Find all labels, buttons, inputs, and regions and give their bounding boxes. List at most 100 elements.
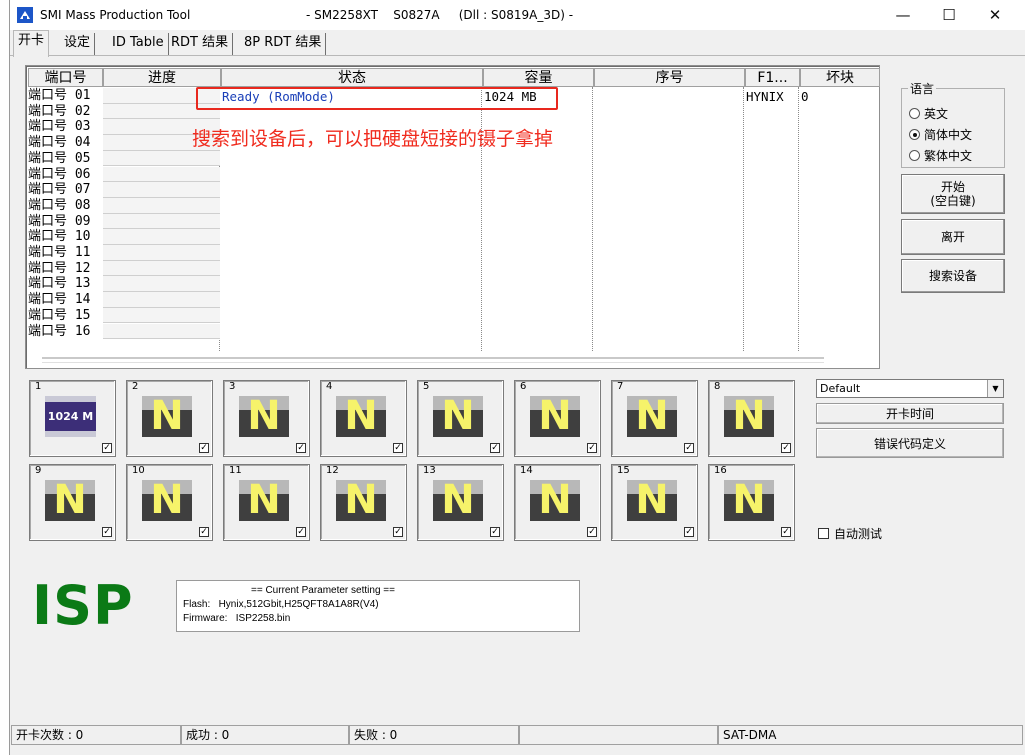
tab-bar: 开卡 设定 ID Table RDT 结果 8P RDT 结果 [10, 30, 1025, 57]
no-device-icon: N [336, 477, 386, 523]
no-device-icon: N [142, 477, 192, 523]
tab-settings[interactable]: 设定 [60, 33, 96, 55]
port-row[interactable]: 端口号 02 [28, 104, 90, 120]
header-port[interactable]: 端口号 [28, 68, 103, 87]
port-row[interactable]: 端口号 10 [28, 229, 90, 245]
slot-checkbox[interactable]: ✓ [490, 527, 500, 537]
tab-id-table[interactable]: ID Table [108, 33, 169, 55]
close-icon: ✕ [988, 6, 1002, 24]
status-success: 成功 : 0 [181, 725, 349, 745]
column-divider [743, 87, 744, 351]
port-slot-12[interactable]: 12 N ✓ [320, 464, 407, 541]
port-slot-16[interactable]: 16 N ✓ [708, 464, 795, 541]
drive-capacity-icon: 1024 M [45, 396, 96, 437]
port-row[interactable]: 端口号 12 [28, 261, 90, 277]
slot-checkbox[interactable]: ✓ [296, 443, 306, 453]
slot-number: 16 [714, 465, 727, 476]
progress-cell [103, 245, 220, 261]
exit-button[interactable]: 离开 [901, 219, 1005, 255]
error-code-button[interactable]: 错误代码定义 [816, 428, 1004, 458]
port-row[interactable]: 端口号 05 [28, 151, 90, 167]
slot-checkbox[interactable]: ✓ [393, 527, 403, 537]
radio-traditional-chinese[interactable]: 繁体中文 [909, 147, 972, 164]
progress-cell [103, 323, 220, 340]
port-row[interactable]: 端口号 11 [28, 245, 90, 261]
header-status[interactable]: 状态 [221, 68, 483, 87]
port-slot-10[interactable]: 10 N ✓ [126, 464, 213, 541]
port-slot-2[interactable]: 2 N ✓ [126, 380, 213, 457]
title-bar: SMI Mass Production Tool - SM2258XT S082… [10, 0, 1025, 30]
port-row[interactable]: 端口号 13 [28, 276, 90, 292]
card-time-button[interactable]: 开卡时间 [816, 403, 1004, 424]
slot-checkbox[interactable]: ✓ [393, 443, 403, 453]
radio-selected-icon [909, 129, 920, 140]
horizontal-scrollbar[interactable] [42, 357, 824, 363]
port-slot-4[interactable]: 4 N ✓ [320, 380, 407, 457]
slot-checkbox[interactable]: ✓ [781, 527, 791, 537]
start-button[interactable]: 开始 (空白键) [901, 174, 1005, 214]
header-serial[interactable]: 序号 [594, 68, 745, 87]
header-capacity[interactable]: 容量 [483, 68, 594, 87]
port-slot-9[interactable]: 9 N ✓ [29, 464, 116, 541]
slot-number: 10 [132, 465, 145, 476]
chevron-down-icon[interactable]: ▼ [987, 380, 1003, 397]
tab-8p-rdt-result[interactable]: 8P RDT 结果 [240, 33, 327, 55]
port-slot-7[interactable]: 7 N ✓ [611, 380, 698, 457]
slot-number: 3 [229, 381, 236, 392]
tab-rdt-result[interactable]: RDT 结果 [167, 33, 234, 55]
slot-checkbox[interactable]: ✓ [102, 443, 112, 453]
slot-checkbox[interactable]: ✓ [296, 527, 306, 537]
port-slot-8[interactable]: 8 N ✓ [708, 380, 795, 457]
port-row[interactable]: 端口号 15 [28, 308, 90, 324]
port-slot-3[interactable]: 3 N ✓ [223, 380, 310, 457]
auto-test-checkbox[interactable]: 自动测试 [818, 525, 882, 542]
port-slot-5[interactable]: 5 N ✓ [417, 380, 504, 457]
slot-checkbox[interactable]: ✓ [587, 527, 597, 537]
slot-checkbox[interactable]: ✓ [199, 527, 209, 537]
slot-number: 6 [520, 381, 527, 392]
close-button[interactable]: ✕ [972, 0, 1018, 30]
minimize-button[interactable]: — [880, 0, 926, 30]
radio-english[interactable]: 英文 [909, 105, 948, 122]
header-flash[interactable]: F1... [745, 68, 800, 87]
port-row[interactable]: 端口号 04 [28, 135, 90, 151]
header-progress[interactable]: 进度 [103, 68, 221, 87]
port-row[interactable]: 端口号 01 [28, 88, 90, 104]
search-device-button[interactable]: 搜索设备 [901, 259, 1005, 293]
port-row[interactable]: 端口号 16 [28, 324, 90, 340]
port-row[interactable]: 端口号 07 [28, 182, 90, 198]
port-row[interactable]: 端口号 09 [28, 214, 90, 230]
isp-label: ISP [32, 574, 134, 637]
slot-checkbox[interactable]: ✓ [199, 443, 209, 453]
profile-select[interactable]: Default ▼ [816, 379, 1004, 398]
radio-simplified-chinese[interactable]: 简体中文 [909, 126, 972, 143]
port-slot-11[interactable]: 11 N ✓ [223, 464, 310, 541]
slot-number: 2 [132, 381, 139, 392]
port-slot-15[interactable]: 15 N ✓ [611, 464, 698, 541]
port-slot-1[interactable]: 1 1024 M ✓ [29, 380, 116, 457]
progress-cell [103, 182, 220, 198]
app-icon [17, 7, 33, 23]
tab-open-card[interactable]: 开卡 [13, 30, 50, 57]
port-slot-6[interactable]: 6 N ✓ [514, 380, 601, 457]
auto-test-label: 自动测试 [834, 527, 883, 541]
no-device-icon: N [142, 393, 192, 439]
header-bad-blocks[interactable]: 坏块 [800, 68, 880, 87]
progress-cell [103, 276, 220, 293]
port-row[interactable]: 端口号 06 [28, 167, 90, 183]
port-list[interactable]: 端口号 进度 状态 容量 序号 F1... 坏块 端口号 01 端口号 02 端… [25, 65, 880, 369]
port-slot-14[interactable]: 14 N ✓ [514, 464, 601, 541]
progress-cell [103, 260, 220, 277]
maximize-button[interactable]: ☐ [926, 0, 972, 30]
port-row[interactable]: 端口号 03 [28, 119, 90, 135]
port-row[interactable]: 端口号 14 [28, 292, 90, 308]
main-window: SMI Mass Production Tool - SM2258XT S082… [9, 0, 1025, 755]
port-slot-13[interactable]: 13 N ✓ [417, 464, 504, 541]
slot-checkbox[interactable]: ✓ [490, 443, 500, 453]
slot-checkbox[interactable]: ✓ [102, 527, 112, 537]
slot-checkbox[interactable]: ✓ [781, 443, 791, 453]
port-row[interactable]: 端口号 08 [28, 198, 90, 214]
slot-checkbox[interactable]: ✓ [684, 443, 694, 453]
slot-checkbox[interactable]: ✓ [587, 443, 597, 453]
slot-checkbox[interactable]: ✓ [684, 527, 694, 537]
